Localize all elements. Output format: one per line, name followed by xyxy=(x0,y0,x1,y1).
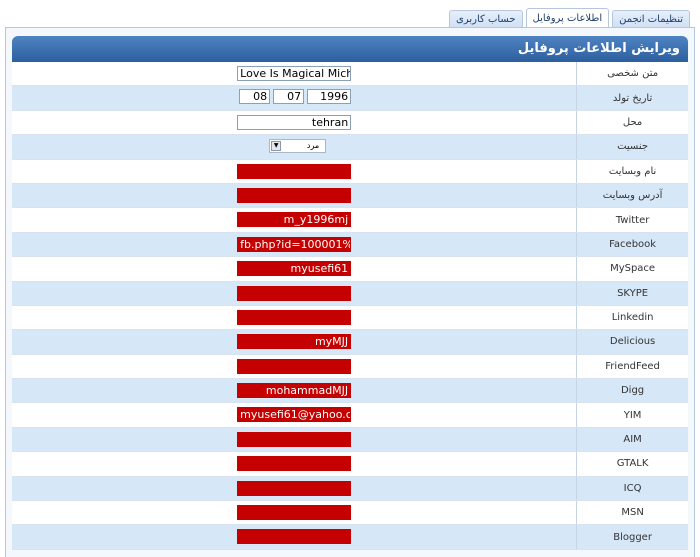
birthdate-label: تاریخ تولد xyxy=(612,92,653,104)
location-label: محل xyxy=(622,116,643,128)
yim-input[interactable]: myusefi61@yahoo.com xyxy=(237,407,352,423)
form-row-facebook: fb.php?id=100001%2F%36 Facebook xyxy=(12,232,688,258)
gtalk-label: GTALK xyxy=(616,458,649,470)
form-row-skype: SKYPE xyxy=(12,281,688,306)
website-url-input[interactable] xyxy=(237,187,352,203)
birth-month-input[interactable]: 07 xyxy=(273,89,305,105)
tab-forum-settings[interactable]: تنظیمات انجمن xyxy=(612,10,690,28)
panel-title: ویرایش اطلاعات پروفایل xyxy=(12,36,688,62)
form-row-location: tehran محل xyxy=(12,110,688,136)
form-row-blogger: Blogger xyxy=(12,525,688,550)
digg-label: Digg xyxy=(620,385,645,397)
profile-tabs: حساب کاربری اطلاعات پروفایل تنظیمات انجم… xyxy=(449,8,690,29)
form-row-msn: MSN xyxy=(12,501,688,526)
profile-form: Love Is Magical Michael متن شخصی 08 07 1… xyxy=(12,62,688,550)
bio-label: متن شخصی xyxy=(607,68,659,80)
myspace-label: MySpace xyxy=(610,263,656,275)
msn-input[interactable] xyxy=(237,505,352,521)
form-row-yim: myusefi61@yahoo.com YIM xyxy=(12,403,688,428)
myspace-input[interactable]: myusefi61 xyxy=(237,261,352,277)
form-row-friendfeed: FriendFeed xyxy=(12,354,688,380)
icq-label: ICQ xyxy=(623,482,642,494)
twitter-input[interactable]: m_y1996mj xyxy=(237,212,352,228)
skype-label: SKYPE xyxy=(617,287,649,299)
facebook-label: Facebook xyxy=(609,238,657,250)
form-row-gtalk: GTALK xyxy=(12,452,688,477)
website-name-input[interactable] xyxy=(237,163,352,179)
bio-input[interactable]: Love Is Magical Michael xyxy=(237,66,352,81)
form-row-icq: ICQ xyxy=(12,476,688,502)
birth-day-input[interactable]: 08 xyxy=(239,89,271,105)
digg-input[interactable]: mohammadMJJ xyxy=(237,383,352,399)
form-row-bio: Love Is Magical Michael متن شخصی xyxy=(12,62,688,87)
form-row-birthdate: 08 07 1996 تاریخ تولد xyxy=(12,86,688,111)
chevron-down-icon[interactable]: ▼ xyxy=(271,141,282,152)
yim-label: YIM xyxy=(623,409,642,421)
gender-selected-value: مرد xyxy=(306,141,320,151)
delicious-label: Delicious xyxy=(609,336,656,348)
icq-input[interactable] xyxy=(237,480,352,496)
facebook-input[interactable]: fb.php?id=100001%2F%36 xyxy=(237,236,352,252)
form-row-website-name: نام وبسایت xyxy=(12,159,688,184)
gtalk-input[interactable] xyxy=(237,456,352,472)
form-row-gender: مرد ▼ جنسیت xyxy=(12,135,688,160)
form-row-delicious: myMJJ Delicious xyxy=(12,330,688,355)
profile-panel: ویرایش اطلاعات پروفایل Love Is Magical M… xyxy=(5,27,695,557)
skype-input[interactable] xyxy=(237,285,352,301)
blogger-label: Blogger xyxy=(613,531,652,543)
twitter-label: Twitter xyxy=(615,214,650,226)
aim-label: AIM xyxy=(623,434,642,446)
birthdate-inputs: 08 07 1996 xyxy=(239,89,352,105)
friendfeed-input[interactable] xyxy=(237,358,352,374)
form-row-website-url: آدرس وبسایت xyxy=(12,183,688,209)
tab-account[interactable]: حساب کاربری xyxy=(449,10,523,28)
form-row-aim: AIM xyxy=(12,427,688,453)
aim-input[interactable] xyxy=(237,431,352,447)
form-row-linkedin: Linkedin xyxy=(12,305,688,331)
gender-label: جنسیت xyxy=(617,141,649,153)
form-row-myspace: myusefi61 MySpace xyxy=(12,257,688,282)
form-row-digg: mohammadMJJ Digg xyxy=(12,379,688,404)
linkedin-input[interactable] xyxy=(237,309,352,325)
gender-select[interactable]: مرد ▼ xyxy=(269,139,327,154)
tab-profile-info[interactable]: اطلاعات پروفایل xyxy=(525,8,610,29)
friendfeed-label: FriendFeed xyxy=(605,360,660,372)
birth-year-input[interactable]: 1996 xyxy=(307,89,352,105)
website-name-label: نام وبسایت xyxy=(608,165,657,177)
website-url-label: آدرس وبسایت xyxy=(602,190,663,202)
delicious-input[interactable]: myMJJ xyxy=(237,334,352,350)
form-row-twitter: m_y1996mj Twitter xyxy=(12,208,688,233)
location-input[interactable]: tehran xyxy=(237,114,352,130)
linkedin-label: Linkedin xyxy=(611,312,654,324)
msn-label: MSN xyxy=(621,507,644,519)
blogger-input[interactable] xyxy=(237,529,352,545)
